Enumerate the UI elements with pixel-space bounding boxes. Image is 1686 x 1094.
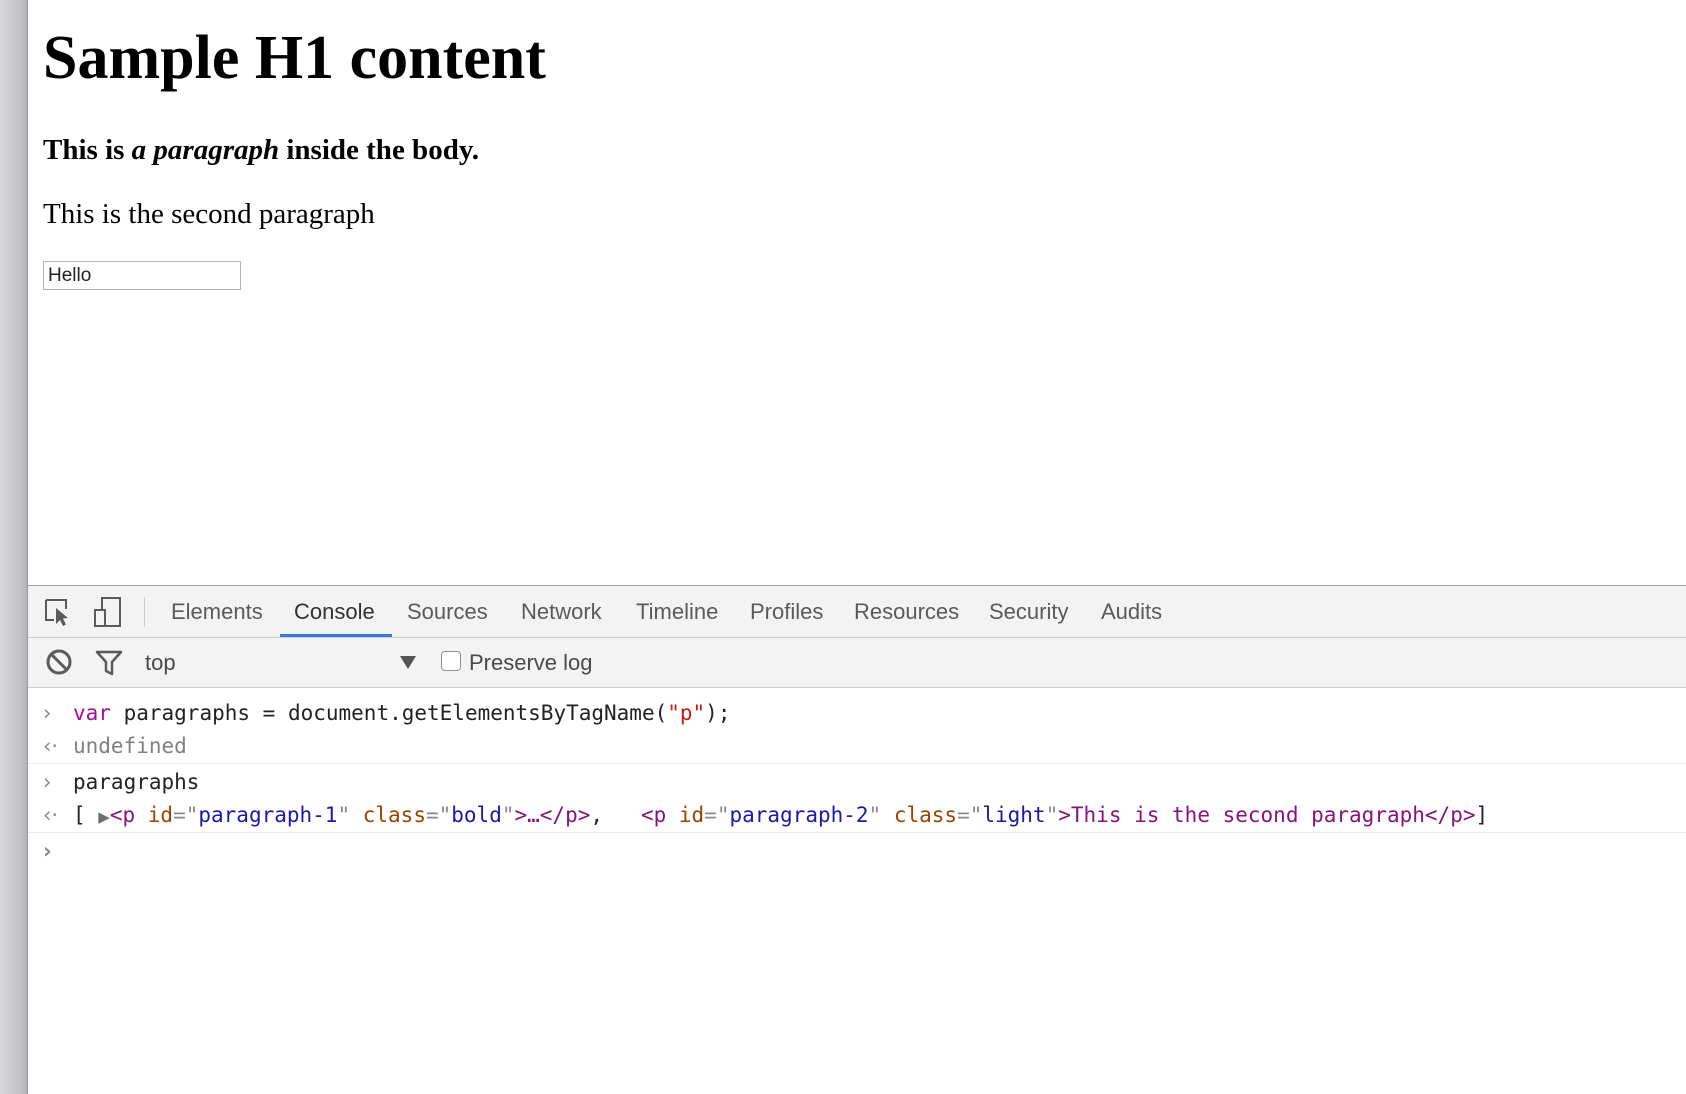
paragraph-2: This is the second paragraph [43,198,375,230]
code-end: ); [705,701,731,725]
browser-window: Sample H1 content This is a paragraph in… [0,0,1686,1094]
clear-console-icon[interactable] [44,647,74,677]
p2-attr-class: class [881,803,958,827]
p2-close-tag: </p> [1424,803,1476,827]
window-left-edge [0,0,28,1094]
p2-tag[interactable]: <p [641,803,666,827]
hello-text-input[interactable] [43,261,241,290]
p2-eq: =" [957,803,983,827]
p1-attr-class: class [350,803,426,827]
input-chevron-icon: › [43,770,52,794]
p2-eq: =" [704,803,730,827]
p2-gt: > [1058,803,1071,827]
p1-quote: " [337,803,351,827]
code-keyword: var [73,701,111,725]
p2-quote: " [1045,803,1059,827]
code-text: paragraphs [73,770,200,794]
code-string: "p" [667,701,706,725]
p2-id-value: paragraph-2 [729,803,869,827]
paragraph-1-emphasis: a paragraph [131,134,280,166]
code-text: paragraphs = document.getElementsByTagNa… [110,701,668,725]
console-input-line: › var paragraphs = document.getElementsB… [28,697,1686,729]
console-result-line: ‹· [ ▶<p id="paragraph-1" class="bold">…… [28,799,1686,831]
p1-class-value: bold [451,803,502,827]
p1-eq: =" [425,803,452,827]
toolbar-separator [144,597,145,627]
array-comma: , [590,803,641,827]
devtools-panel: Elements Console Sources Network Timelin… [28,585,1686,1094]
tab-security[interactable]: Security [989,586,1068,637]
paragraph-1-text-start: This is [43,134,132,166]
p1-tag[interactable]: <p [110,803,135,827]
context-dropdown-arrow-icon[interactable] [400,656,416,669]
result-arrow-icon: ‹· [43,803,59,827]
input-chevron-icon: › [43,701,52,725]
page-heading: Sample H1 content [43,24,546,92]
p2-quote: " [868,803,882,827]
tab-resources[interactable]: Resources [854,586,959,637]
page-viewport: Sample H1 content This is a paragraph in… [28,0,1686,585]
tab-profiles[interactable]: Profiles [750,586,823,637]
result-undefined: undefined [73,734,187,758]
p2-attr-id: id [666,803,705,827]
console-divider [28,832,1686,833]
p1-id-value: paragraph-1 [198,803,338,827]
console-output[interactable]: › var paragraphs = document.getElementsB… [28,689,1686,1094]
tab-audits[interactable]: Audits [1101,586,1162,637]
array-open: [ [73,803,99,827]
p1-close-tag: >…</p> [514,803,591,827]
tab-elements[interactable]: Elements [171,586,263,637]
p2-class-value: light [982,803,1046,827]
preserve-log-label[interactable]: Preserve log [469,638,593,687]
console-result-line: ‹· undefined [28,730,1686,762]
p1-attr-id: id [135,803,174,827]
devtools-tabbar: Elements Console Sources Network Timelin… [28,586,1686,638]
tab-sources[interactable]: Sources [407,586,488,637]
tab-console[interactable]: Console [294,586,375,637]
tab-timeline[interactable]: Timeline [636,586,718,637]
preserve-log-checkbox[interactable] [441,651,461,671]
console-divider [28,763,1686,764]
expand-triangle-icon[interactable]: ▶ [98,808,110,826]
console-toolbar: top Preserve log [28,638,1686,688]
p1-eq: =" [173,803,199,827]
p1-quote: " [501,803,515,827]
paragraph-1: This is a paragraph inside the body. [43,131,479,169]
console-input-line: › paragraphs [28,766,1686,798]
result-arrow-icon: ‹· [43,734,59,758]
active-tab-indicator [280,634,392,637]
array-close: ] [1475,803,1489,827]
filter-icon[interactable] [94,647,124,677]
console-prompt-line[interactable]: › [28,835,1686,867]
context-selector[interactable]: top [145,638,176,687]
paragraph-1-text-end: inside the body. [279,134,479,166]
prompt-chevron-icon: › [43,839,52,863]
tab-network[interactable]: Network [521,586,602,637]
p2-text-content: This is the second paragraph [1070,803,1425,827]
device-mode-icon[interactable] [92,596,124,628]
inspect-element-icon[interactable] [42,596,74,628]
